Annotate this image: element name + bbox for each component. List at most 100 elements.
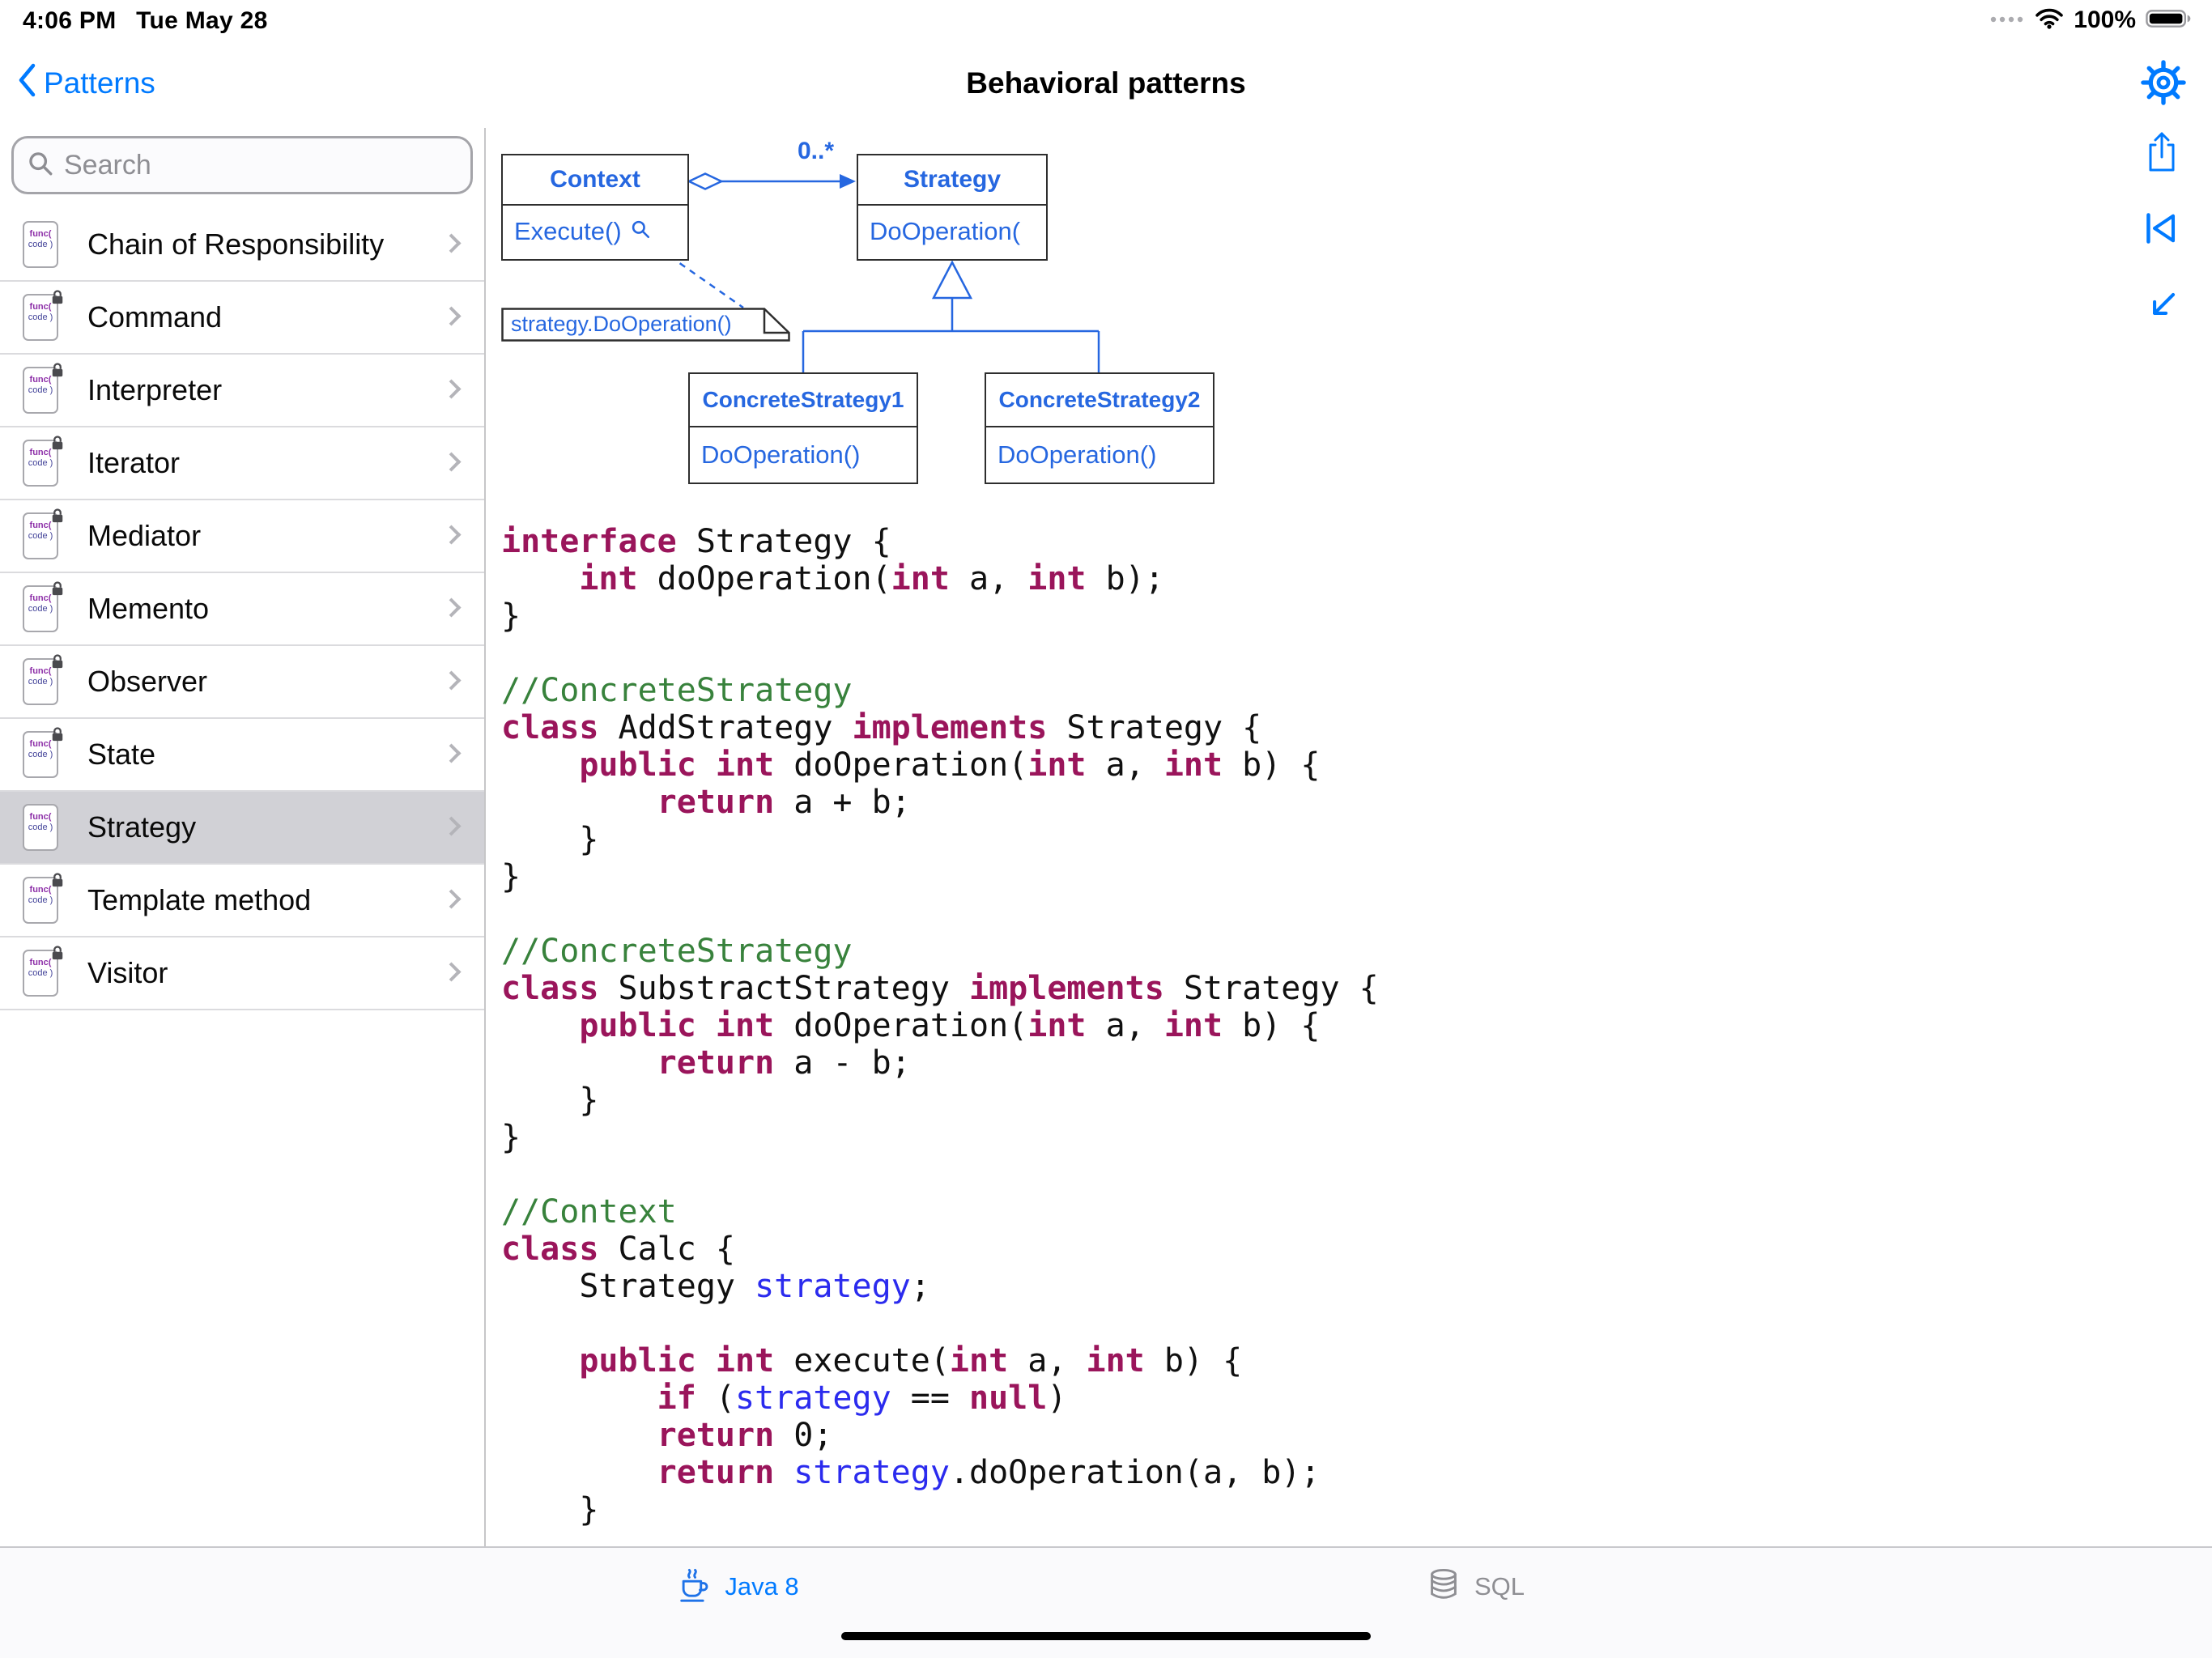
sidebar-item-label: Strategy xyxy=(87,810,196,844)
share-icon xyxy=(2139,130,2184,175)
code-line: class SubstractStrategy implements Strat… xyxy=(501,970,1379,1007)
tab-sql[interactable]: SQL xyxy=(1424,1548,1525,1626)
lock-icon xyxy=(50,945,65,961)
lock-icon xyxy=(50,289,65,305)
collapse-diagonal-button[interactable] xyxy=(2139,283,2184,329)
sidebar: func(code )Chain of Responsibilityfunc(c… xyxy=(0,128,486,1546)
code-line: public int doOperation(int a, int b) { xyxy=(501,1007,1379,1044)
multiplicity-label: 0..* xyxy=(798,138,834,165)
uml-note: strategy.DoOperation() xyxy=(501,308,790,342)
code-line: return 0; xyxy=(501,1417,1379,1454)
status-bar: 4:06 PM Tue May 28 100% xyxy=(0,0,2212,39)
java-icon xyxy=(674,1566,713,1609)
code-line xyxy=(501,895,1379,933)
code-line: } xyxy=(501,597,1379,635)
code-line: if (strategy == null) xyxy=(501,1380,1379,1417)
lock-icon xyxy=(50,580,65,597)
uml-class-title: ConcreteStrategy2 xyxy=(986,374,1213,427)
tab-java8[interactable]: Java 8 xyxy=(674,1548,798,1626)
code-line: return a - b; xyxy=(501,1044,1379,1082)
code-line: class Calc { xyxy=(501,1231,1379,1268)
chevron-right-icon xyxy=(441,379,461,398)
app-window: 4:06 PM Tue May 28 100% Patterns Behavio… xyxy=(0,0,2212,1658)
sidebar-item-chain-of-responsibility[interactable]: func(code )Chain of Responsibility xyxy=(0,209,484,282)
lock-icon xyxy=(50,872,65,888)
code-file-icon: func(code ) xyxy=(23,731,58,778)
search-field[interactable] xyxy=(11,136,473,194)
search-bar xyxy=(0,128,484,194)
uml-class-method: DoOperation( xyxy=(858,206,1046,257)
sidebar-item-label: Interpreter xyxy=(87,373,222,407)
chevron-right-icon xyxy=(441,816,461,835)
back-button-label: Patterns xyxy=(44,66,155,100)
sidebar-item-mediator[interactable]: func(code )Mediator xyxy=(0,500,484,573)
code-line: //Context xyxy=(501,1193,1379,1231)
code-line: //ConcreteStrategy xyxy=(501,672,1379,709)
home-indicator[interactable] xyxy=(841,1632,1371,1640)
content-area: 0..* Context Execute() Strategy DoOperat… xyxy=(486,128,2212,1546)
search-input[interactable] xyxy=(64,150,457,181)
share-button[interactable] xyxy=(2139,130,2184,175)
code-line xyxy=(501,1305,1379,1342)
sidebar-item-command[interactable]: func(code )Command xyxy=(0,282,484,355)
chevron-right-icon xyxy=(441,597,461,617)
sidebar-item-visitor[interactable]: func(code ) Visitor xyxy=(0,937,484,1010)
sidebar-item-label: Mediator xyxy=(87,519,201,553)
uml-class-concrete-strategy-1: ConcreteStrategy1 DoOperation() xyxy=(688,372,918,484)
sidebar-item-template-method[interactable]: func(code ) Template method xyxy=(0,865,484,937)
code-line: } xyxy=(501,1491,1379,1528)
search-icon xyxy=(27,150,54,181)
sidebar-item-strategy[interactable]: func(code )Strategy xyxy=(0,792,484,865)
status-time: 4:06 PM xyxy=(23,7,116,34)
sidebar-item-label: Template method xyxy=(87,883,311,917)
bottom-toolbar: Java 8 SQL xyxy=(0,1546,2212,1658)
wifi-icon xyxy=(2035,7,2064,33)
sidebar-item-label: State xyxy=(87,738,155,772)
back-button[interactable]: Patterns xyxy=(16,39,155,128)
sidebar-item-observer[interactable]: func(code )Observer xyxy=(0,646,484,719)
code-line: } xyxy=(501,821,1379,858)
code-file-icon: func(code ) xyxy=(23,585,58,632)
sidebar-item-label: Observer xyxy=(87,665,207,699)
status-indicators: 100% xyxy=(1989,6,2193,34)
chevron-right-icon xyxy=(441,306,461,325)
gear-icon xyxy=(2141,60,2186,105)
settings-button[interactable] xyxy=(2141,60,2186,105)
lock-icon xyxy=(50,653,65,670)
sidebar-item-interpreter[interactable]: func(code ) Interpreter xyxy=(0,355,484,427)
code-line: return strategy.doOperation(a, b); xyxy=(501,1454,1379,1491)
chevron-right-icon xyxy=(441,233,461,253)
lock-icon xyxy=(50,726,65,742)
code-line: Strategy strategy; xyxy=(501,1268,1379,1305)
sidebar-item-iterator[interactable]: func(code )Iterator xyxy=(0,427,484,500)
chevron-right-icon xyxy=(441,962,461,981)
arrow-down-left-icon xyxy=(2139,283,2184,329)
sidebar-item-memento[interactable]: func(code ) Memento xyxy=(0,573,484,646)
chevron-right-icon xyxy=(441,670,461,690)
uml-class-method: DoOperation() xyxy=(690,427,917,483)
sidebar-item-state[interactable]: func(code ) State xyxy=(0,719,484,792)
battery-percent: 100% xyxy=(2074,6,2136,34)
uml-class-title: ConcreteStrategy1 xyxy=(690,374,917,427)
code-file-icon: func(code ) xyxy=(23,877,58,924)
sidebar-item-label: Command xyxy=(87,300,222,334)
code-line: } xyxy=(501,858,1379,895)
zoom-icon[interactable] xyxy=(630,217,651,246)
tab-label: SQL xyxy=(1474,1572,1525,1601)
lock-icon xyxy=(50,508,65,524)
cellular-dots-icon xyxy=(1989,13,2025,28)
sidebar-item-label: Visitor xyxy=(87,956,168,990)
code-file-icon: func(code ) xyxy=(23,440,58,487)
uml-class-concrete-strategy-2: ConcreteStrategy2 DoOperation() xyxy=(985,372,1214,484)
code-file-icon: func(code ) xyxy=(23,367,58,414)
sidebar-item-label: Memento xyxy=(87,592,209,626)
status-date: Tue May 28 xyxy=(136,7,268,34)
code-line: } xyxy=(501,1119,1379,1156)
code-line xyxy=(501,1156,1379,1193)
pattern-list: func(code )Chain of Responsibilityfunc(c… xyxy=(0,209,484,1010)
uml-class-strategy: Strategy DoOperation( xyxy=(857,154,1048,261)
code-file-icon: func(code ) xyxy=(23,950,58,997)
skip-to-start-button[interactable] xyxy=(2139,206,2184,251)
skip-to-start-icon xyxy=(2139,206,2184,251)
code-line: //ConcreteStrategy xyxy=(501,933,1379,970)
